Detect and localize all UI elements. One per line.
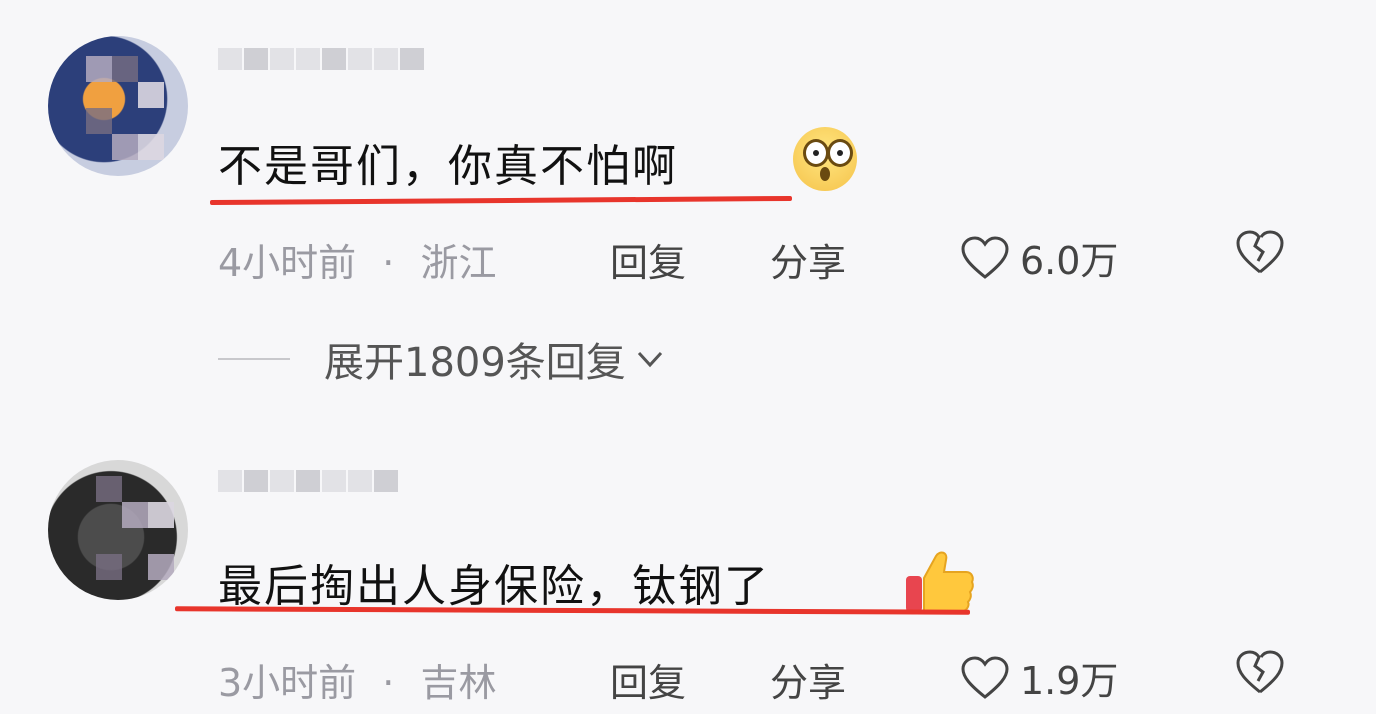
comment-location: 吉林 <box>420 661 497 705</box>
comment-meta: 4小时前 · 浙江 <box>218 232 496 287</box>
comment-2: 最后掏出人身保险，钛钢了 3小时前 · 吉林 回复 分享 1.9万 <box>0 440 1376 714</box>
meta-separator: · <box>382 241 395 285</box>
comment-text: 不是哥们，你真不怕啊 <box>218 141 678 192</box>
comment-time: 4小时前 <box>218 241 357 285</box>
heart-icon <box>961 655 1009 699</box>
reply-button[interactable]: 回复 <box>610 232 686 287</box>
share-button[interactable]: 分享 <box>770 652 846 707</box>
avatar[interactable] <box>48 460 188 600</box>
username-blurred[interactable] <box>218 48 426 88</box>
like-count: 6.0万 <box>1020 239 1119 283</box>
heart-icon <box>961 235 1009 279</box>
chevron-down-icon <box>637 351 662 368</box>
comment-1: 不是哥们，你真不怕啊 4小时前 · 浙江 回复 分享 6.0万 <box>0 0 1376 330</box>
dislike-heart-broken-icon[interactable] <box>1234 648 1286 696</box>
comment-location: 浙江 <box>420 241 497 285</box>
like-button[interactable]: 6.0万 <box>960 230 1118 285</box>
comment-text: 最后掏出人身保险，钛钢了 <box>218 561 770 612</box>
like-count: 1.9万 <box>1020 659 1119 703</box>
comment-time: 3小时前 <box>218 661 357 705</box>
avatar[interactable] <box>48 36 188 176</box>
astonished-face-icon <box>793 127 857 191</box>
expand-replies-label: 展开1809条回复 <box>324 340 626 386</box>
username-blurred[interactable] <box>218 470 400 510</box>
meta-separator: · <box>382 661 395 705</box>
dislike-heart-broken-icon[interactable] <box>1234 228 1286 276</box>
share-button[interactable]: 分享 <box>770 232 846 287</box>
reply-button[interactable]: 回复 <box>610 652 686 707</box>
like-button[interactable]: 1.9万 <box>960 650 1118 705</box>
expand-replies-button[interactable]: 展开1809条回复 <box>218 330 666 388</box>
comment-meta: 3小时前 · 吉林 <box>218 652 496 707</box>
highlight-underline <box>209 195 793 206</box>
divider-line <box>218 358 290 360</box>
